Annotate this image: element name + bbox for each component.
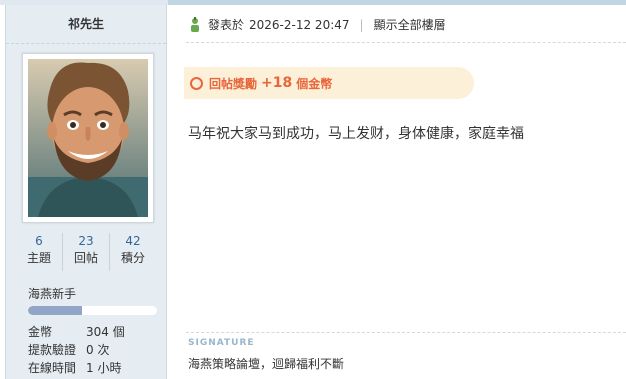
info-key: 在線時間 (28, 361, 77, 375)
info-value: 304 個 (86, 325, 125, 339)
stat-label: 主題 (26, 251, 51, 265)
author-name[interactable]: 祁先生 (6, 5, 166, 44)
stat-value[interactable]: 23 (63, 233, 109, 249)
show-all-floors-link[interactable]: 顯示全部樓層 (374, 15, 446, 35)
avatar[interactable] (22, 53, 154, 223)
stat-label: 回帖 (73, 251, 98, 265)
rank-progress-fill (28, 306, 83, 315)
signature-text: 海燕策略論壇，迴歸福利不斷 (188, 357, 345, 371)
info-key: 金幣 (28, 325, 53, 339)
post-content: 發表於 2026-2-12 20:47 | 顯示全部樓層 回帖獎勵 +18 個金… (168, 5, 626, 379)
reward-amount: +18 (261, 75, 293, 91)
reward-unit: 個金幣 (296, 76, 333, 91)
info-value: 0 次 (86, 343, 110, 357)
circle-icon (190, 76, 203, 90)
meta-separator: | (359, 18, 364, 32)
info-row-withdraw: 提款驗證 0 次 (28, 341, 125, 359)
stat-threads[interactable]: 6 主題 (16, 233, 62, 271)
divider (186, 42, 626, 43)
user-online-icon (188, 17, 202, 33)
stat-replies[interactable]: 23 回帖 (62, 233, 109, 271)
avatar-image (28, 59, 148, 217)
stat-points[interactable]: 42 積分 (109, 233, 156, 271)
post-view: 祁先生 6 主題 23 回帖 42 積分 海燕新手 金幣 304 個 提款驗證 … (0, 0, 626, 379)
author-stats: 6 主題 23 回帖 42 積分 (16, 233, 156, 271)
reward-text: 回帖獎勵 (209, 76, 258, 91)
author-sidebar: 祁先生 6 主題 23 回帖 42 積分 海燕新手 金幣 304 個 提款驗證 … (5, 5, 167, 379)
post-meta: 發表於 2026-2-12 20:47 | 顯示全部樓層 (188, 15, 446, 35)
signature-divider (186, 332, 626, 333)
stat-value[interactable]: 42 (110, 233, 156, 249)
signature-label: SIGNATURE (188, 338, 255, 348)
author-info: 金幣 304 個 提款驗證 0 次 在線時間 1 小時 (28, 323, 125, 377)
post-message: 马年祝大家马到成功，马上发财，身体健康，家庭幸福 (188, 126, 524, 142)
info-key: 提款驗證 (28, 343, 77, 357)
rank-progress-bar (28, 306, 157, 315)
posted-label: 發表於 (208, 18, 245, 32)
stat-label: 積分 (120, 251, 145, 265)
info-row-coins: 金幣 304 個 (28, 323, 125, 341)
user-rank[interactable]: 海燕新手 (28, 285, 76, 302)
reply-reward-banner: 回帖獎勵 +18 個金幣 (184, 67, 474, 99)
info-row-online: 在線時間 1 小時 (28, 359, 125, 377)
stat-value[interactable]: 6 (16, 233, 62, 249)
post-date: 2026-2-12 20:47 (249, 18, 350, 32)
info-value: 1 小時 (86, 361, 122, 375)
